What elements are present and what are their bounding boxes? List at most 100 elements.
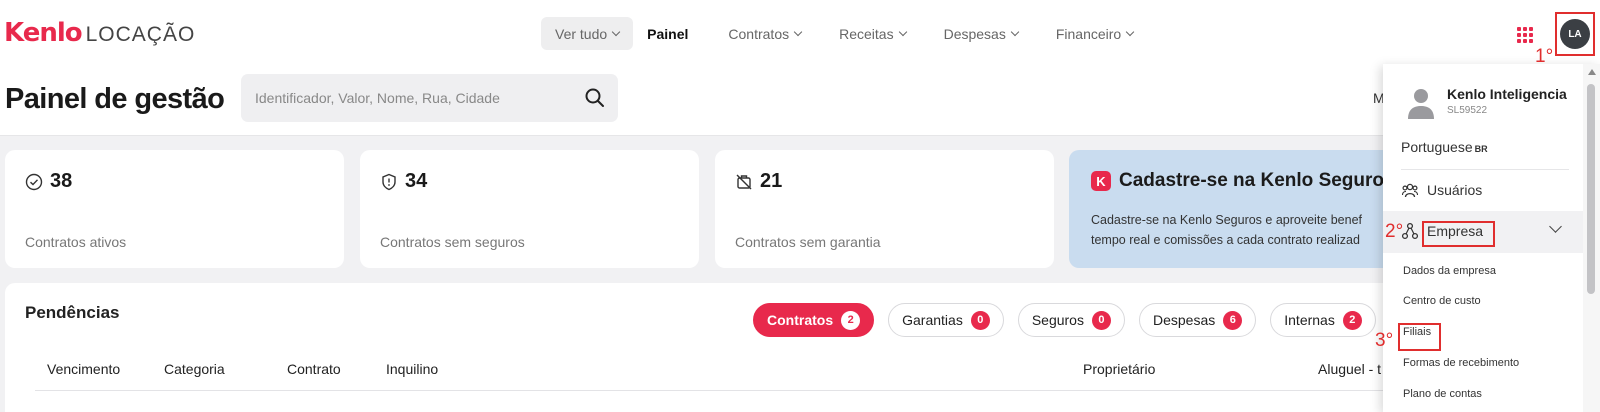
chevron-down-icon [793,27,803,36]
column-header-categoria[interactable]: Categoria [164,361,225,377]
promo-title-text: Cadastre-se na Kenlo Seguros [1119,170,1389,191]
stat-value: 34 [380,170,427,193]
user-avatar-icon [1408,89,1434,119]
chip-label: Internas [1284,312,1335,328]
count-badge: 0 [1091,310,1111,330]
submenu-plano-contas[interactable]: Plano de contas [1403,388,1482,400]
company-network-icon [1401,222,1419,240]
stat-card-sem-garantia[interactable]: 21 Contratos sem garantia [715,150,1054,268]
avatar[interactable]: LA [1560,19,1590,49]
stat-value: 21 [735,170,782,193]
promo-title: K Cadastre-se na Kenlo Seguros [1091,170,1389,192]
promo-text: Cadastre-se na Kenlo Seguros e aproveite… [1091,210,1389,250]
menu-scrollbar[interactable] [1583,64,1600,412]
column-header-vencimento[interactable]: Vencimento [47,361,120,377]
count-badge: 2 [1342,310,1362,330]
search-input[interactable] [255,74,555,122]
chip-label: Contratos [767,312,834,328]
nav-label: Receitas [839,25,894,42]
stat-label: Contratos sem garantia [735,234,881,250]
promo-line: tempo real e comissões a cada contrato r… [1091,233,1360,247]
count-badge: 0 [970,310,990,330]
stat-label: Contratos sem seguros [380,234,525,250]
nav-painel[interactable]: Painel [633,17,702,50]
top-bar: Kenlo LOCAÇÃO Ver tudo Painel Contratos … [0,0,1600,68]
empresa-highlight [1422,221,1495,247]
step-annotation-1: 1° [1535,46,1554,67]
avatar-highlight: LA [1555,12,1595,56]
nav-receitas[interactable]: Receitas [825,17,919,50]
chip-label: Garantias [902,312,963,328]
language-label: Portuguese [1401,139,1473,155]
pendencias-title: Pendências [25,303,120,322]
promo-line: Cadastre-se na Kenlo Seguros e aproveite… [1091,213,1363,227]
stat-value: 38 [25,170,72,193]
column-header-inquilino[interactable]: Inquilino [386,361,438,377]
count-badge: 6 [1223,310,1243,330]
count-badge: 2 [841,310,861,330]
submenu-formas-recebimento[interactable]: Formas de recebimento [1403,357,1519,369]
stat-card-contratos-ativos[interactable]: 38 Contratos ativos [5,150,344,268]
chevron-down-icon [1010,27,1020,36]
no-guarantee-icon [736,174,752,189]
language-selector[interactable]: Portuguese BR [1401,139,1488,155]
main-nav: Ver tudo Painel Contratos Receitas Despe… [541,17,1147,50]
user-id: SL59522 [1447,105,1488,116]
pendencias-filters: Contratos 2 Garantias 0 Seguros 0 Despesas 6… [753,303,1376,337]
chip-label: Despesas [1152,312,1216,328]
menu-user-info: Kenlo Inteligencia SL59522 [1405,86,1567,120]
divider [1401,169,1569,170]
scroll-up-icon[interactable] [1588,69,1596,75]
shield-icon [382,173,396,190]
step-annotation-3: 3° [1375,330,1394,351]
nav-label: Ver tudo [555,25,608,42]
chevron-down-icon [1125,27,1135,36]
check-circle-icon [25,173,43,190]
language-code: BR [1474,144,1488,154]
chip-despesas[interactable]: Despesas 6 [1138,303,1257,337]
table-header: Vencimento Categoria Contrato Inquilino … [35,355,1385,391]
column-header-contrato[interactable]: Contrato [287,361,341,377]
nav-label: Painel [647,25,689,42]
menu-item-usuarios[interactable]: Usuários [1401,181,1482,199]
logo-brand: Kenlo [4,18,83,48]
users-icon [1401,183,1419,198]
nav-despesas[interactable]: Despesas [930,17,1032,50]
stat-label: Contratos ativos [25,234,127,250]
chip-seguros[interactable]: Seguros 0 [1017,303,1125,337]
stat-number: 21 [760,170,783,192]
submenu-centro-custo[interactable]: Centro de custo [1403,295,1481,307]
nav-label: Contratos [728,25,790,42]
kenlo-k-icon: K [1091,171,1111,191]
stat-number: 38 [50,170,73,192]
menu-item-label: Usuários [1427,182,1483,198]
nav-label: Financeiro [1055,25,1122,42]
app-logo[interactable]: Kenlo LOCAÇÃO [4,18,195,48]
kenlo-seguros-promo[interactable]: K Cadastre-se na Kenlo Seguros Cadastre-… [1069,150,1389,268]
stat-card-sem-seguros[interactable]: 34 Contratos sem seguros [360,150,699,268]
chip-label: Seguros [1031,312,1084,328]
nav-financeiro[interactable]: Financeiro [1042,17,1147,50]
column-header-proprietario[interactable]: Proprietário [1083,361,1155,377]
search-box [241,74,618,122]
user-name: Kenlo Inteligencia [1447,86,1567,102]
step-annotation-2: 2° [1385,221,1404,242]
chip-contratos[interactable]: Contratos 2 [753,303,875,337]
chip-internas[interactable]: Internas 2 [1270,303,1376,337]
search-icon[interactable] [584,87,606,109]
chip-garantias[interactable]: Garantias 0 [888,303,1004,337]
page-title: Painel de gestão [5,83,225,115]
chevron-down-icon [611,27,621,36]
stat-number: 34 [405,170,428,192]
submenu-dados-empresa[interactable]: Dados da empresa [1403,265,1496,277]
scroll-thumb[interactable] [1587,84,1595,294]
nav-ver-tudo[interactable]: Ver tudo [541,17,634,50]
nav-contratos[interactable]: Contratos [714,17,815,50]
apps-grid-icon[interactable] [1517,27,1533,43]
nav-label: Despesas [943,25,1006,42]
filiais-highlight [1398,323,1441,351]
chevron-down-icon [898,27,907,36]
logo-product: LOCAÇÃO [85,23,196,46]
column-header-aluguel[interactable]: Aluguel - t [1318,361,1381,377]
title-row: Painel de gestão M [0,68,1600,136]
